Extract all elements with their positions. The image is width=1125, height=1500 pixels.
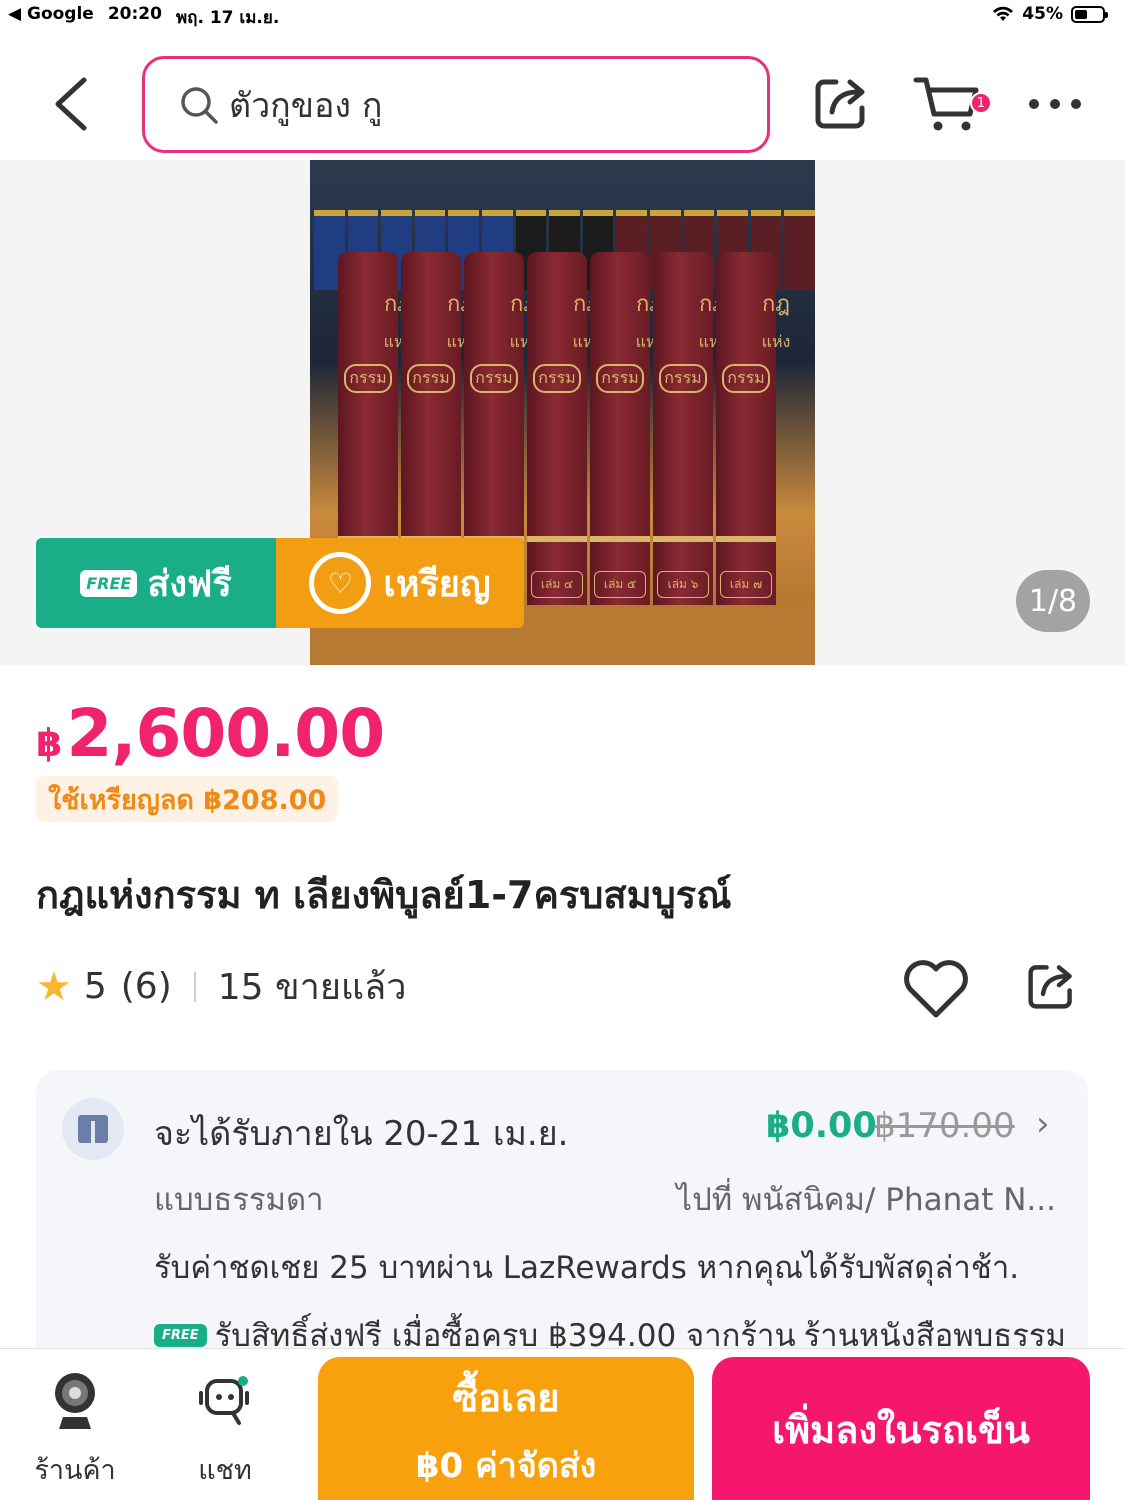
product-image-gallery[interactable]: กฎ แห่ง กรรม กฎ แห่ง กรรม กฎ แห่ง กรรม กฎ แห่งก… [0, 160, 1125, 665]
more-icon[interactable] [1020, 68, 1090, 138]
free-truck-icon: FREE [80, 569, 138, 597]
image-counter: 1/8 [1016, 570, 1090, 632]
delivery-type: แบบธรรมดา [154, 1182, 324, 1218]
coin-label: เหรียญ [383, 563, 491, 605]
share-icon[interactable] [1020, 955, 1082, 1017]
buy-now-shipping: ฿0 ค่าจัดส่ง [415, 1445, 597, 1486]
book-volume: กฎ แห่ง กรรม เล่ม ๕ [590, 252, 664, 612]
free-shipping-label: ส่งฟรี [147, 563, 232, 605]
price-amount: 2,600.00 [66, 695, 385, 772]
chevron-right-icon[interactable]: › [1036, 1104, 1050, 1144]
shop-button[interactable]: ร้านค้า [20, 1369, 130, 1491]
free-truck-icon: FREE [154, 1323, 207, 1347]
rating-count: (6) [120, 966, 172, 1007]
star-icon: ★ [36, 963, 72, 1010]
top-navigation: ตัวกูของ กู 1 [0, 30, 1125, 160]
product-title: กฎแห่งกรรม ท เลียงพิบูลย์1-7ครบสมบูรณ์ [36, 873, 732, 917]
battery-icon [1071, 5, 1108, 23]
chat-button[interactable]: แชท [170, 1369, 280, 1491]
promo-banner: FREE ส่งฟรี ♡ เหรียญ [36, 538, 524, 628]
free-shipping-badge: FREE ส่งฟรี [36, 538, 276, 628]
add-to-cart-button[interactable]: เพิ่มลงในรถเข็น [712, 1357, 1090, 1500]
search-icon [181, 86, 218, 124]
currency-symbol: ฿ [36, 721, 63, 765]
shop-icon [55, 1373, 95, 1429]
bottom-action-bar: ร้านค้า แชท ซื้อเลย ฿0 ค่าจัดส่ง เพิ่มลง… [0, 1348, 1125, 1500]
delivery-address[interactable]: ไปที่ พนัสนิคม/ Phanat N... [676, 1174, 1056, 1224]
book-volume: กฎ แห่ง กรรม เล่ม ๖ [653, 252, 727, 612]
status-time: 20:20 [107, 4, 162, 24]
delivery-box-icon [62, 1098, 124, 1160]
coin-icon: ♡ [309, 552, 372, 614]
shipping-fee: ฿0.00 [766, 1106, 877, 1146]
search-input[interactable]: ตัวกูของ กู [142, 56, 770, 153]
coin-discount-tag: ใช้เหรียญลด ฿208.00 [36, 776, 339, 822]
rating-row[interactable]: ★ 5 (6) 15 ขายแล้ว [36, 958, 406, 1015]
book-volume: กฎ แห่ง กรรม เล่ม ๔ [527, 252, 601, 612]
divider [193, 971, 196, 1002]
status-bar: ◀ Google 20:20 พฤ. 17 เม.ย. 45% [0, 0, 1125, 30]
chat-label: แชท [198, 1455, 252, 1486]
late-compensation-note: รับค่าชดเชย 25 บาทผ่าน LazRewards หากคุณ… [154, 1250, 1020, 1286]
chat-icon [199, 1376, 249, 1425]
product-price: ฿ 2,600.00 [36, 695, 385, 772]
coin-badge: ♡ เหรียญ [276, 538, 524, 628]
heart-icon[interactable] [900, 955, 972, 1021]
sold-count: 15 ขายแล้ว [217, 967, 407, 1008]
shop-label: ร้านค้า [34, 1455, 116, 1486]
rating-value: 5 [83, 966, 107, 1007]
buy-now-button[interactable]: ซื้อเลย ฿0 ค่าจัดส่ง [318, 1357, 694, 1500]
search-query: ตัวกูของ กู [229, 85, 383, 126]
wifi-icon [993, 6, 1014, 21]
buy-now-label: ซื้อเลย [452, 1375, 560, 1420]
original-shipping-fee: ฿170.00 [874, 1106, 1015, 1146]
status-date: พฤ. 17 เม.ย. [175, 8, 280, 28]
chevron-left-icon[interactable] [50, 74, 90, 134]
share-icon[interactable] [806, 68, 876, 138]
book-volume: กฎ แห่ง กรรม เล่ม ๗ [716, 252, 790, 612]
delivery-date: จะได้รับภายใน 20-21 เม.ย. [154, 1114, 569, 1154]
delivery-card[interactable]: จะได้รับภายใน 20-21 เม.ย. ฿0.00 ฿170.00 … [36, 1070, 1088, 1390]
back-to-app-link[interactable]: ◀ Google [8, 4, 94, 31]
battery-percent: 45% [1022, 4, 1063, 24]
cart-count-badge: 1 [970, 92, 992, 114]
